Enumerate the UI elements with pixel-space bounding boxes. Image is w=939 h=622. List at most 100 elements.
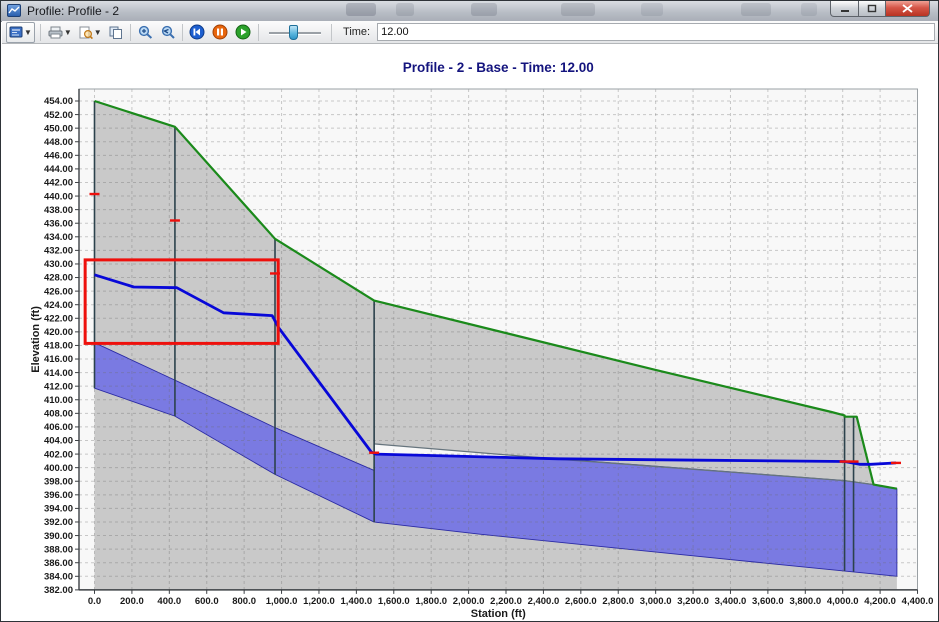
y-tick-label: 390.00 — [44, 531, 73, 542]
zoom-in-button[interactable] — [136, 23, 155, 42]
x-tick-label: 1,800.0 — [415, 596, 447, 607]
print-preview-button[interactable]: ▼ — [77, 23, 104, 42]
window-title: Profile: Profile - 2 — [27, 4, 120, 18]
y-tick-label: 450.00 — [44, 123, 73, 134]
x-tick-label: 3,000.0 — [640, 596, 672, 607]
y-tick-label: 394.00 — [44, 504, 73, 515]
dropdown-arrow-icon: ▼ — [24, 27, 32, 37]
time-label: Time: — [343, 26, 371, 38]
y-tick-label: 420.00 — [44, 327, 73, 338]
toolbar-separator — [258, 23, 260, 41]
x-tick-label: 3,200.0 — [677, 596, 709, 607]
toolbar-separator — [129, 23, 131, 41]
plot-options-icon — [9, 26, 23, 38]
y-tick-label: 430.00 — [44, 259, 73, 270]
close-button[interactable] — [886, 1, 930, 17]
x-tick-label: 600.0 — [195, 596, 219, 607]
slider-thumb[interactable] — [289, 24, 299, 40]
y-tick-label: 392.00 — [44, 517, 73, 528]
glass-smudge — [561, 3, 595, 16]
copy-button[interactable] — [107, 23, 125, 42]
time-slider[interactable] — [267, 24, 323, 41]
y-tick-label: 414.00 — [44, 368, 73, 379]
animation-pause-button[interactable] — [210, 23, 230, 42]
y-tick-label: 410.00 — [44, 395, 73, 406]
glass-smudge — [801, 3, 817, 16]
print-button[interactable]: ▼ — [46, 23, 74, 42]
y-tick-label: 406.00 — [44, 422, 73, 433]
restore-button[interactable] — [859, 1, 886, 17]
y-tick-label: 416.00 — [44, 354, 73, 365]
y-tick-label: 382.00 — [44, 585, 73, 596]
y-tick-label: 386.00 — [44, 558, 73, 569]
animation-restart-button[interactable] — [187, 23, 207, 42]
y-tick-label: 446.00 — [44, 151, 73, 162]
x-tick-label: 4,200.0 — [864, 596, 896, 607]
zoom-previous-button[interactable] — [158, 23, 177, 42]
y-tick-label: 426.00 — [44, 286, 73, 297]
toolbar-separator — [181, 23, 183, 41]
time-input[interactable] — [377, 23, 936, 41]
y-tick-label: 384.00 — [44, 572, 73, 583]
x-tick-label: 1,200.0 — [303, 596, 335, 607]
x-tick-label: 2,600.0 — [565, 596, 597, 607]
restore-icon — [867, 4, 877, 13]
minimize-button[interactable] — [830, 1, 859, 17]
x-tick-label: 2,400.0 — [528, 596, 560, 607]
y-tick-label: 398.00 — [44, 476, 73, 487]
y-tick-label: 408.00 — [44, 409, 73, 420]
printer-icon — [48, 26, 63, 38]
title-bar[interactable]: Profile: Profile - 2 — [1, 1, 938, 22]
y-tick-label: 448.00 — [44, 137, 73, 148]
y-tick-label: 452.00 — [44, 110, 73, 121]
y-tick-label: 436.00 — [44, 218, 73, 229]
x-tick-label: 200.0 — [120, 596, 144, 607]
zoom-previous-icon — [161, 25, 175, 39]
glass-smudge — [346, 3, 376, 16]
y-tick-label: 388.00 — [44, 544, 73, 555]
x-tick-label: 4,400.0 — [902, 596, 934, 607]
plot-options-button[interactable]: ▼ — [6, 21, 35, 43]
y-tick-label: 442.00 — [44, 178, 73, 189]
y-tick-label: 422.00 — [44, 313, 73, 324]
y-tick-label: 400.00 — [44, 463, 73, 474]
x-tick-label: 3,600.0 — [752, 596, 784, 607]
restart-icon — [189, 24, 205, 40]
x-tick-label: 2,000.0 — [453, 596, 485, 607]
dropdown-arrow-icon: ▼ — [63, 27, 72, 37]
glass-smudge — [396, 3, 414, 16]
x-tick-label: 3,400.0 — [715, 596, 747, 607]
glass-smudge — [641, 3, 663, 16]
y-tick-label: 396.00 — [44, 490, 73, 501]
y-tick-label: 402.00 — [44, 449, 73, 460]
animation-play-button[interactable] — [233, 23, 253, 42]
toolbar: ▼ ▼ ▼ Time: 12.00 — [2, 21, 938, 44]
print-preview-icon — [79, 26, 93, 39]
y-tick-label: 454.00 — [44, 96, 73, 107]
y-tick-label: 434.00 — [44, 232, 73, 243]
zoom-in-icon — [138, 25, 152, 39]
dropdown-arrow-icon: ▼ — [93, 27, 102, 37]
x-tick-label: 800.0 — [232, 596, 256, 607]
x-tick-label: 2,800.0 — [602, 596, 634, 607]
pause-icon — [212, 24, 228, 40]
y-tick-label: 432.00 — [44, 246, 73, 257]
x-tick-label: 0.0 — [88, 596, 101, 607]
minimize-icon — [840, 9, 849, 12]
copy-icon — [109, 26, 122, 39]
x-tick-label: 1,600.0 — [378, 596, 410, 607]
glass-smudge — [471, 3, 497, 16]
y-tick-label: 438.00 — [44, 205, 73, 216]
y-tick-label: 412.00 — [44, 381, 73, 392]
toolbar-separator — [331, 23, 333, 41]
toolbar-separator — [39, 23, 41, 41]
glass-smudge — [741, 3, 771, 16]
chart-title: Profile - 2 - Base - Time: 12.00 — [403, 60, 594, 75]
profile-window: 382.00 384.00 386.00 388.00 390.00 392.00 394.… — [0, 0, 939, 622]
close-icon — [902, 4, 913, 13]
x-axis-title: Station (ft) — [471, 608, 526, 620]
profile-chart: 382.00 384.00 386.00 388.00 390.00 392.00 394.… — [30, 60, 934, 620]
y-axis-title: Elevation (ft) — [30, 306, 42, 373]
y-tick-label: 428.00 — [44, 273, 73, 284]
x-tick-label: 1,400.0 — [341, 596, 373, 607]
